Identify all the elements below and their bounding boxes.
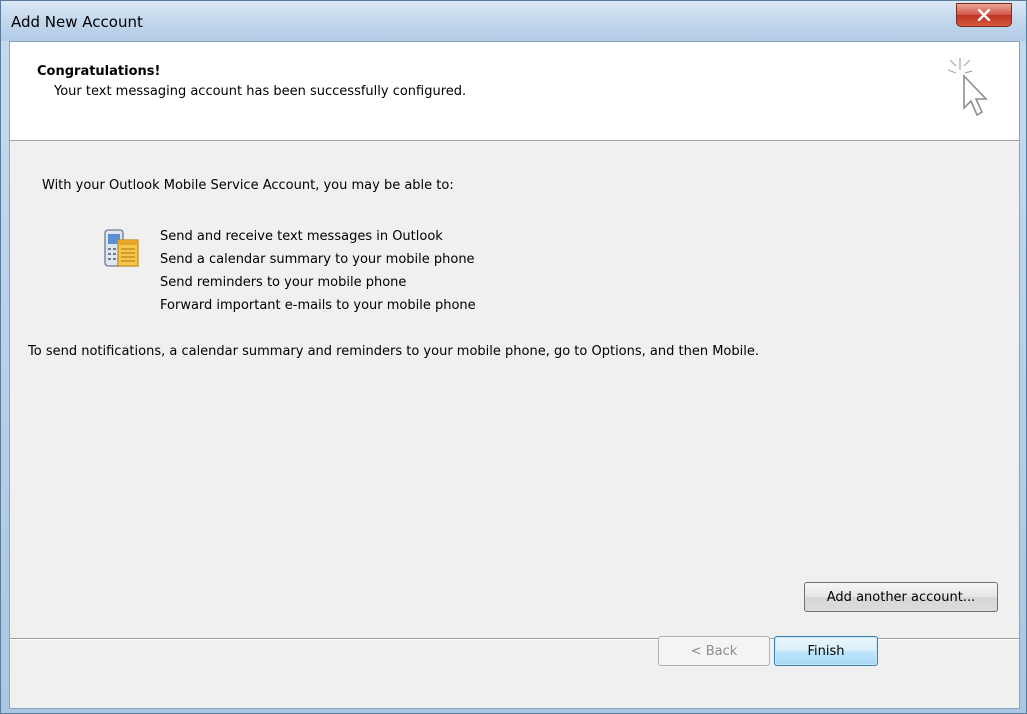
list-item: Send reminders to your mobile phone: [160, 275, 407, 290]
close-icon: [977, 9, 991, 21]
dialog-client-area: Congratulations! Your text messaging acc…: [9, 41, 1020, 709]
header-subtitle: Your text messaging account has been suc…: [54, 84, 467, 99]
window-title: Add New Account: [11, 13, 143, 31]
title-bar[interactable]: Add New Account: [1, 1, 1026, 41]
close-button[interactable]: [956, 3, 1012, 27]
add-another-account-button[interactable]: Add another account...: [804, 582, 998, 612]
wizard-header: Congratulations! Your text messaging acc…: [10, 42, 1019, 141]
list-item: Forward important e-mails to your mobile…: [160, 298, 476, 313]
header-title: Congratulations!: [37, 64, 161, 79]
intro-text: With your Outlook Mobile Service Account…: [42, 178, 454, 193]
wizard-cursor-icon: [947, 58, 988, 117]
notification-instructions: To send notifications, a calendar summar…: [28, 344, 759, 359]
finish-button[interactable]: Finish: [774, 636, 878, 666]
back-button[interactable]: < Back: [658, 636, 770, 666]
mobile-phone-icon: [104, 229, 139, 267]
add-new-account-window: Add New Account Congratulations! Your te…: [0, 0, 1027, 714]
capabilities-list: Send and receive text messages in Outloo…: [160, 225, 476, 317]
list-item: Send and receive text messages in Outloo…: [160, 229, 443, 244]
list-item: Send a calendar summary to your mobile p…: [160, 252, 475, 267]
